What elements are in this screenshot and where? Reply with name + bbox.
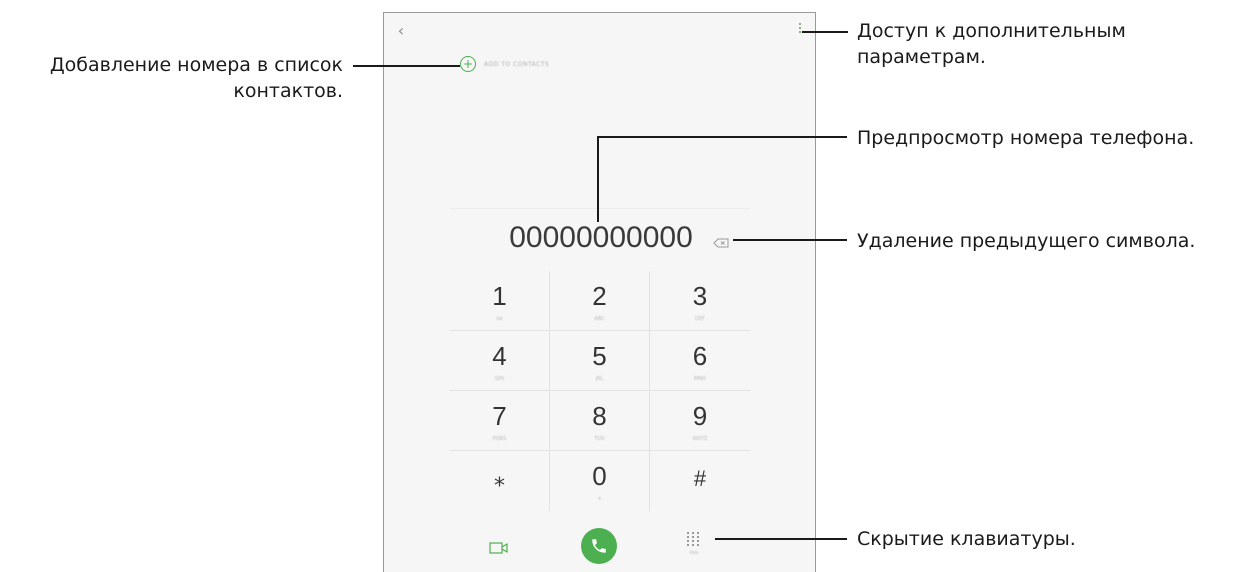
key-3[interactable]: 3 DEF bbox=[650, 271, 750, 331]
key-digit: 9 bbox=[692, 401, 708, 431]
key-star[interactable]: ⁎ bbox=[450, 451, 550, 511]
callout-line-text: Доступ к дополнительным bbox=[857, 20, 1126, 42]
key-letters: PQRS bbox=[492, 436, 507, 442]
key-4[interactable]: 4 GHI bbox=[450, 331, 550, 391]
phone-screen: ‹ + ADD TO CONTACTS 00000000000 1 oo 2 A… bbox=[383, 12, 816, 572]
callout-line-text: параметрам. bbox=[857, 46, 986, 68]
key-digit: 7 bbox=[492, 401, 507, 431]
key-8[interactable]: 8 TUV bbox=[550, 391, 650, 451]
phone-handset-icon bbox=[592, 539, 606, 553]
hide-keypad-label: Hide bbox=[689, 550, 699, 555]
callout-line-add bbox=[353, 65, 460, 67]
add-to-contacts-label: ADD TO CONTACTS bbox=[484, 60, 550, 68]
key-digit: 2 bbox=[592, 281, 607, 311]
callout-line-preview-h bbox=[597, 136, 847, 138]
key-1[interactable]: 1 oo bbox=[450, 271, 550, 331]
key-digit: ⁎ bbox=[494, 466, 505, 491]
backspace-icon[interactable] bbox=[713, 233, 729, 248]
dial-keypad: 1 oo 2 ABC 3 DEF 4 GHI 5 JKL 6 MNO 7 PQR… bbox=[450, 271, 750, 511]
key-letters: MNO bbox=[694, 376, 706, 382]
callout-hide-keypad: Скрытие клавиатуры. bbox=[857, 528, 1076, 550]
key-letters: ABC bbox=[594, 316, 605, 322]
key-digit: 1 bbox=[492, 281, 507, 311]
key-letters: GHI bbox=[494, 376, 505, 382]
keypad-grid-icon bbox=[687, 532, 700, 546]
callout-add-to-contacts: Добавление номера в список контактов. bbox=[0, 52, 343, 104]
key-digit: 5 bbox=[592, 341, 607, 371]
key-letters: DEF bbox=[695, 316, 705, 322]
key-digit: 8 bbox=[592, 401, 607, 431]
key-letters: + bbox=[597, 496, 602, 502]
key-9[interactable]: 9 WXYZ bbox=[650, 391, 750, 451]
add-to-contacts-button[interactable]: + ADD TO CONTACTS bbox=[460, 56, 549, 72]
key-2[interactable]: 2 ABC bbox=[550, 271, 650, 331]
key-letters: TUV bbox=[594, 436, 605, 442]
plus-circle-icon: + bbox=[460, 56, 476, 72]
video-call-icon[interactable] bbox=[489, 539, 509, 554]
key-letters: WXYZ bbox=[692, 436, 708, 442]
key-0[interactable]: 0 + bbox=[550, 451, 650, 511]
callout-line-text: контактов. bbox=[233, 80, 343, 102]
callout-line-text: Добавление номера в список bbox=[49, 54, 343, 76]
key-digit: 4 bbox=[492, 341, 507, 371]
key-hash[interactable]: # bbox=[650, 451, 750, 511]
number-preview: 00000000000 bbox=[509, 221, 693, 254]
callout-line-delete bbox=[733, 239, 847, 241]
back-arrow-icon[interactable]: ‹ bbox=[392, 21, 410, 41]
callout-line-preview-v bbox=[597, 136, 599, 222]
call-button[interactable] bbox=[581, 528, 617, 564]
hide-keypad-button[interactable]: Hide bbox=[687, 532, 701, 558]
key-digit: 3 bbox=[692, 281, 708, 311]
voicemail-icon: oo bbox=[496, 316, 503, 322]
key-7[interactable]: 7 PQRS bbox=[450, 391, 550, 451]
key-digit: 0 bbox=[592, 461, 607, 491]
divider bbox=[450, 208, 750, 209]
callout-line-hide bbox=[715, 538, 847, 540]
dialer-bottom-bar: Hide bbox=[450, 523, 750, 567]
key-digit: 6 bbox=[692, 341, 708, 371]
key-5[interactable]: 5 JKL bbox=[550, 331, 650, 391]
key-letters: JKL bbox=[595, 376, 604, 382]
callout-number-preview: Предпросмотр номера телефона. bbox=[857, 127, 1195, 149]
callout-delete-char: Удаление предыдущего символа. bbox=[857, 230, 1196, 252]
key-6[interactable]: 6 MNO bbox=[650, 331, 750, 391]
callout-more-options: Доступ к дополнительным параметрам. bbox=[857, 18, 1126, 70]
callout-line-more bbox=[802, 31, 848, 33]
key-digit: # bbox=[693, 466, 707, 491]
